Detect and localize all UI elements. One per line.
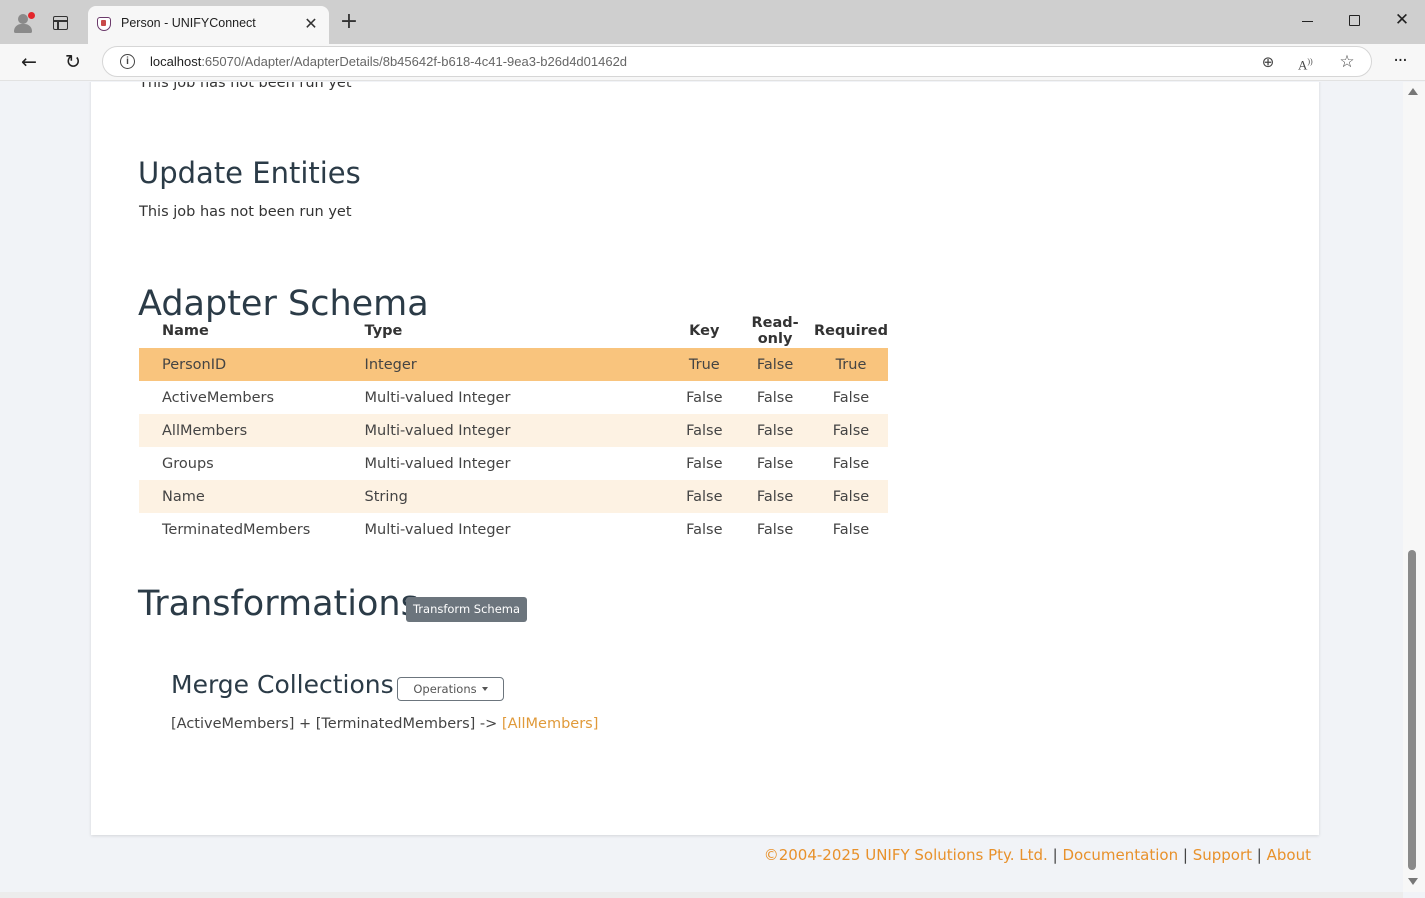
zoom-icon[interactable]: ⊕ xyxy=(1259,53,1277,71)
tab-actions-icon[interactable] xyxy=(53,16,68,30)
table-header-row: Name Type Key Read-only Required xyxy=(139,314,888,348)
merge-source-text: [ActiveMembers] + [TerminatedMembers] -> xyxy=(171,716,502,732)
cell-key: False xyxy=(686,389,723,406)
cell-type: Multi-valued Integer xyxy=(364,521,511,538)
cell-key: False xyxy=(672,480,737,513)
address-bar[interactable]: i localhost:65070/Adapter/AdapterDetails… xyxy=(102,46,1372,77)
cell-readonly: False xyxy=(756,521,794,538)
cell-key: False xyxy=(672,414,737,447)
cell-type: Multi-valued Integer xyxy=(364,389,511,406)
transform-schema-button[interactable]: Transform Schema xyxy=(406,597,527,622)
cell-name: AllMembers xyxy=(139,414,365,447)
page-viewport: This job has not been run yet Update Ent… xyxy=(0,82,1425,898)
cell-type: Multi-valued Integer xyxy=(364,455,511,472)
cell-type: String xyxy=(364,480,673,513)
job-status-text: This job has not been run yet xyxy=(139,82,352,91)
column-header-name: Name xyxy=(162,323,209,339)
cell-key: True xyxy=(672,348,737,381)
caret-down-icon xyxy=(481,686,488,691)
tab-close-icon[interactable]: ✕ xyxy=(300,13,322,35)
update-entities-heading: Update Entities xyxy=(138,156,361,190)
cell-key: False xyxy=(686,521,723,538)
scroll-down-arrow-icon[interactable] xyxy=(1408,878,1418,885)
site-favicon-icon xyxy=(97,17,111,31)
table-row[interactable]: ActiveMembers Multi-valued Integer False… xyxy=(139,381,888,414)
table-row[interactable]: AllMembers Multi-valued Integer False Fa… xyxy=(139,414,888,447)
cell-name: ActiveMembers xyxy=(162,389,275,406)
table-row[interactable]: TerminatedMembers Multi-valued Integer F… xyxy=(139,513,888,546)
documentation-link[interactable]: Documentation xyxy=(1062,846,1178,864)
cell-readonly: False xyxy=(736,480,814,513)
cell-readonly: False xyxy=(736,414,814,447)
update-entities-status: This job has not been run yet xyxy=(139,204,352,220)
cell-required: False xyxy=(832,389,870,406)
cell-readonly: False xyxy=(736,348,814,381)
viewport-bottom-edge xyxy=(0,892,1403,898)
more-options-icon[interactable]: ··· xyxy=(1389,51,1411,73)
support-link[interactable]: Support xyxy=(1193,846,1252,864)
adapter-schema-table: Name Type Key Read-only Required PersonI… xyxy=(139,314,888,546)
window-maximize-button[interactable] xyxy=(1349,15,1360,26)
cell-type: Multi-valued Integer xyxy=(364,414,673,447)
cell-required: True xyxy=(813,348,888,381)
cell-name: Name xyxy=(139,480,365,513)
cell-required: False xyxy=(832,521,870,538)
tab-title: Person - UNIFYConnect xyxy=(121,16,256,30)
column-header-required: Required xyxy=(813,323,888,339)
merge-target-link[interactable]: [AllMembers] xyxy=(502,716,599,732)
footer-separator: | xyxy=(1256,846,1262,864)
url-text[interactable]: localhost:65070/Adapter/AdapterDetails/8… xyxy=(150,54,627,69)
operations-label: Operations xyxy=(413,682,477,696)
browser-toolbar: ← ↻ i localhost:65070/Adapter/AdapterDet… xyxy=(0,44,1425,81)
favorite-star-icon[interactable]: ☆ xyxy=(1338,52,1356,72)
scroll-up-arrow-icon[interactable] xyxy=(1408,88,1418,95)
cell-type: Integer xyxy=(364,348,673,381)
read-aloud-icon[interactable]: A)) xyxy=(1298,53,1318,72)
column-header-key: Key xyxy=(689,323,720,339)
browser-tab-bar: Person - UNIFYConnect ✕ + ✕ xyxy=(0,0,1425,44)
adapter-details-card: This job has not been run yet Update Ent… xyxy=(91,82,1319,835)
window-close-button[interactable]: ✕ xyxy=(1392,10,1412,30)
cell-readonly: False xyxy=(756,389,794,406)
merge-collections-heading: Merge Collections xyxy=(171,670,394,699)
cell-name: PersonID xyxy=(139,348,365,381)
cell-readonly: False xyxy=(756,455,794,472)
column-header-type: Type xyxy=(364,323,403,339)
footer-separator: | xyxy=(1182,846,1188,864)
copyright-link[interactable]: ©2004-2025 UNIFY Solutions Pty. Ltd. xyxy=(764,846,1048,864)
table-row[interactable]: PersonID Integer True False True xyxy=(139,348,888,381)
cell-name: TerminatedMembers xyxy=(162,521,311,538)
profile-icon[interactable] xyxy=(12,12,35,34)
about-link[interactable]: About xyxy=(1267,846,1311,864)
merge-expression: [ActiveMembers] + [TerminatedMembers] ->… xyxy=(171,716,598,732)
cell-required: False xyxy=(832,455,870,472)
back-arrow-icon[interactable]: ← xyxy=(18,51,40,73)
page-footer: ©2004-2025 UNIFY Solutions Pty. Ltd. | D… xyxy=(764,846,1311,864)
footer-separator: | xyxy=(1052,846,1058,864)
transformations-heading: Transformations xyxy=(138,584,419,624)
cell-required: False xyxy=(813,480,888,513)
window-minimize-button[interactable] xyxy=(1302,21,1313,23)
site-info-icon[interactable]: i xyxy=(120,54,135,69)
cell-required: False xyxy=(813,414,888,447)
cell-name: Groups xyxy=(162,455,214,472)
table-row[interactable]: Groups Multi-valued Integer False False … xyxy=(139,447,888,480)
new-tab-button[interactable]: + xyxy=(338,11,360,34)
browser-tab-active[interactable]: Person - UNIFYConnect ✕ xyxy=(88,6,329,44)
operations-dropdown-button[interactable]: Operations xyxy=(397,677,504,701)
table-row[interactable]: Name String False False False xyxy=(139,480,888,513)
scrollbar-thumb[interactable] xyxy=(1408,550,1416,870)
cell-key: False xyxy=(686,455,723,472)
reload-icon[interactable]: ↻ xyxy=(62,51,84,73)
column-header-readonly: Read-only xyxy=(751,315,799,347)
